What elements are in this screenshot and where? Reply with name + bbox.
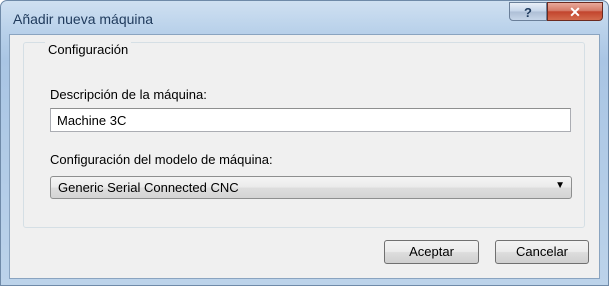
close-button[interactable]: ✕ <box>547 2 603 21</box>
dialog-body: Configuración Descripción de la máquina:… <box>9 34 600 279</box>
group-title: Configuración <box>45 42 132 57</box>
window-title: Añadir nueva máquina <box>13 11 154 27</box>
help-button[interactable]: ? <box>509 2 547 21</box>
cancel-button[interactable]: Cancelar <box>495 240 589 264</box>
configuration-group: Configuración <box>23 42 585 228</box>
chevron-down-icon: ▼ <box>555 180 565 191</box>
model-dropdown[interactable]: Generic Serial Connected CNC ▼ <box>50 176 572 199</box>
model-selected-value: Generic Serial Connected CNC <box>58 180 239 195</box>
dialog-window: Añadir nueva máquina ? ✕ Configuración D… <box>0 0 609 286</box>
question-mark-icon: ? <box>524 5 532 20</box>
close-icon: ✕ <box>569 4 581 20</box>
title-bar[interactable]: Añadir nueva máquina ? ✕ <box>1 1 608 34</box>
accept-button[interactable]: Aceptar <box>384 240 479 264</box>
description-input[interactable] <box>50 108 571 132</box>
model-label: Configuración del modelo de máquina: <box>50 152 273 167</box>
description-label: Descripción de la máquina: <box>50 87 207 102</box>
